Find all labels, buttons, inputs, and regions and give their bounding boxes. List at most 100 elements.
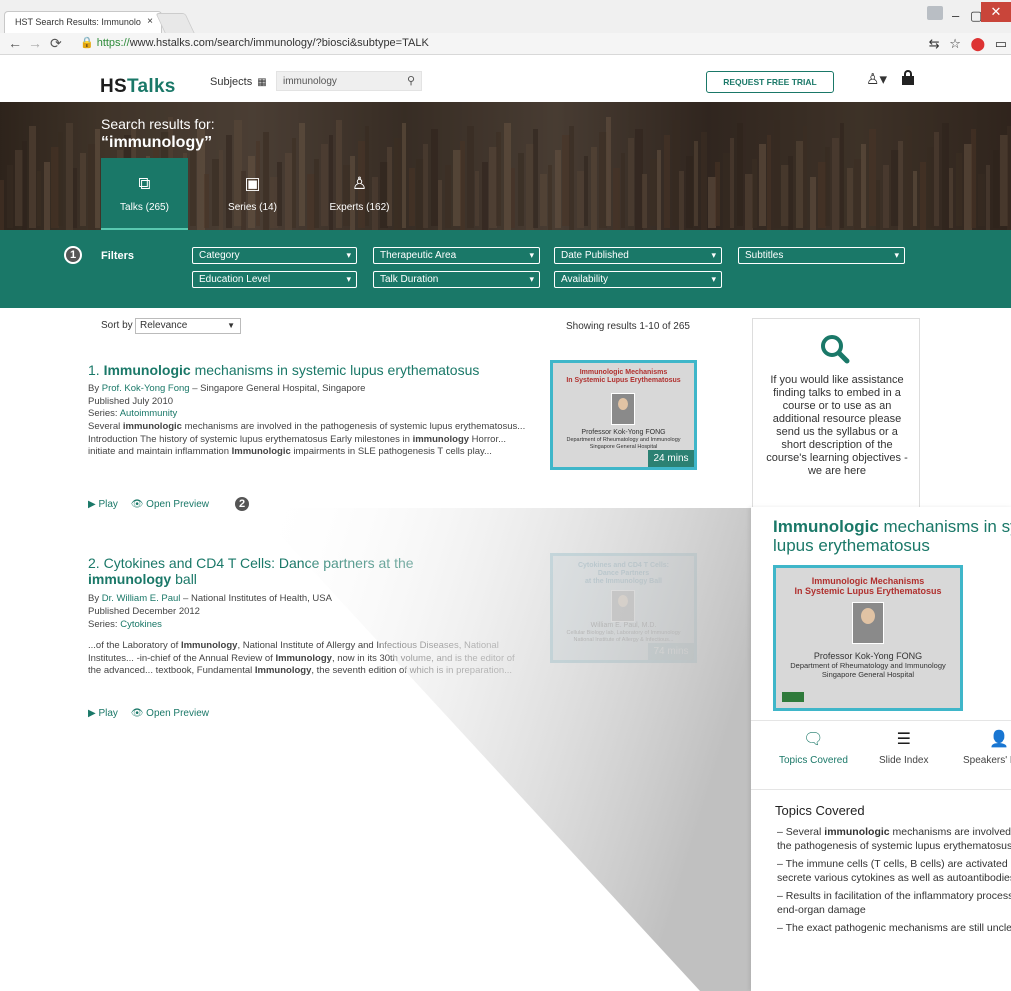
secure-lock-icon: 🔒 [80, 37, 94, 49]
list-icon: ☰ [896, 731, 911, 748]
magnifier-icon [821, 335, 850, 364]
person-icon: 👤 [989, 731, 1009, 748]
browser-tab-title: HST Search Results: Immunolo [15, 17, 141, 27]
result-series: Series: Cytokines [88, 619, 162, 630]
chevron-down-icon: ▾ [529, 274, 534, 284]
thumb-title: Immunologic Mechanisms In Systemic Lupus… [794, 576, 942, 596]
chevron-down-icon: ▾ [346, 274, 351, 284]
tab-talks[interactable]: ⧉ Talks (265) [101, 158, 188, 230]
request-free-trial-button[interactable]: REQUEST FREE TRIAL [706, 71, 834, 93]
profile-icon[interactable] [927, 6, 943, 20]
result-published: Published December 2012 [88, 606, 200, 617]
search-results-heading: Search results for: [101, 116, 215, 132]
address-bar[interactable]: 🔒 https://www.hstalks.com/search/immunolo… [80, 35, 910, 52]
filter-date-published[interactable]: Date Published ▾ [554, 247, 722, 264]
chevron-down-icon: ▾ [711, 274, 716, 284]
result-actions: ▶ Play 👁 Open Preview [88, 499, 219, 510]
minimize-icon[interactable]: – [952, 8, 959, 23]
lock-icon[interactable] [902, 70, 914, 85]
help-text: If you would like assistance finding tal… [766, 374, 908, 477]
browser-tab[interactable]: HST Search Results: Immunolo × [4, 11, 162, 33]
translate-icon[interactable]: ⇆ [929, 36, 940, 51]
chevron-down-icon: ▼ [227, 321, 235, 330]
sort-label: Sort by [101, 320, 133, 331]
filter-subtitles[interactable]: Subtitles ▾ [738, 247, 905, 264]
window-close-icon[interactable]: ✕ [981, 2, 1011, 22]
topics-heading: Topics Covered [775, 803, 865, 818]
result-thumbnail[interactable]: Cytokines and CD4 T Cells: Dance Partner… [550, 553, 697, 663]
open-preview-button[interactable]: 👁 Open Preview [131, 499, 209, 510]
result-byline: By Prof. Kok-Yong Fong – Singapore Gener… [88, 383, 366, 394]
chevron-down-icon: ▾ [711, 250, 716, 260]
adblock-icon[interactable]: ⬤ [971, 36, 986, 51]
series-link[interactable]: Cytokines [120, 619, 162, 630]
thumb-title: Immunologic Mechanisms In Systemic Lupus… [566, 369, 681, 384]
chevron-down-icon: ▾ [529, 250, 534, 260]
tab-label: Experts (162) [329, 202, 390, 213]
play-button[interactable]: ▶ Play [88, 708, 118, 719]
search-hero: Search results for: “immunology” ⧉ Talks… [0, 102, 1011, 230]
open-preview-button[interactable]: 👁 Open Preview [131, 708, 209, 719]
thumb-speaker: William E. Paul, M.D. Cellular Biology la… [566, 622, 681, 643]
result-actions: ▶ Play 👁 Open Preview [88, 708, 219, 719]
duration-badge: 24 mins [648, 450, 694, 467]
author-link[interactable]: Prof. Kok-Yong Fong [102, 383, 190, 394]
preview-thumbnail[interactable]: Immunologic Mechanisms In Systemic Lupus… [773, 565, 963, 711]
preview-panel: Immunologic mechanisms in systemic lupus… [751, 507, 1011, 991]
result-published: Published July 2010 [88, 396, 174, 407]
cast-icon[interactable]: ▭ [995, 36, 1007, 51]
preview-tab-slide-index[interactable]: ☰ Slide Index [879, 729, 928, 766]
results-count: Showing results 1-10 of 265 [566, 321, 690, 332]
filter-category[interactable]: Category ▾ [192, 247, 357, 264]
browser-tab-strip: HST Search Results: Immunolo × – ▢ ✕ [0, 0, 1011, 33]
reload-icon[interactable]: ⟳ [50, 35, 62, 52]
user-account-icon[interactable]: ♙▾ [866, 70, 887, 88]
search-icon[interactable]: ⚲ [407, 74, 415, 87]
filter-education-level[interactable]: Education Level ▾ [192, 271, 357, 288]
star-icon[interactable]: ☆ [949, 36, 961, 51]
hospital-logo [782, 692, 804, 702]
step-badge-2: 2 [233, 495, 251, 513]
search-query: “immunology” [101, 134, 213, 151]
speaker-portrait [852, 602, 884, 644]
filter-availability[interactable]: Availability ▾ [554, 271, 722, 288]
help-box: If you would like assistance finding tal… [752, 318, 920, 508]
preview-tab-speakers[interactable]: 👤 Speakers' Biography [963, 729, 1011, 766]
grid-icon: ▦ [257, 77, 267, 88]
duration-badge: 74 mins [648, 643, 694, 660]
list-item: – The immune cells (T cells, B cells) ar… [777, 858, 1011, 884]
extension-icons: ⇆ ☆ ⬤ ▭ [923, 36, 1007, 52]
filter-talk-duration[interactable]: Talk Duration ▾ [373, 271, 540, 288]
tab-label: Talks (265) [120, 202, 169, 213]
back-icon[interactable]: ← [8, 35, 22, 51]
result-byline: By Dr. William E. Paul – National Instit… [88, 593, 332, 604]
filter-therapeutic-area[interactable]: Therapeutic Area ▾ [373, 247, 540, 264]
result-title[interactable]: 1. Immunologic mechanisms in systemic lu… [88, 362, 479, 378]
filters-label: Filters [101, 250, 135, 262]
subjects-menu[interactable]: Subjects ▦ [210, 76, 267, 88]
tab-label: Series (14) [228, 202, 277, 213]
url-path: www.hstalks.com/search/immunology/?biosc… [129, 37, 429, 49]
preview-title: Immunologic mechanisms in systemic lupus… [773, 517, 1011, 555]
list-item: – Several immunologic mechanisms are inv… [777, 826, 1011, 852]
series-link[interactable]: Autoimmunity [120, 408, 178, 419]
forward-icon[interactable]: → [28, 35, 42, 51]
result-series: Series: Autoimmunity [88, 408, 178, 419]
list-item: – The exact pathogenic mechanisms are st… [777, 922, 1011, 934]
speaker-portrait [611, 393, 635, 425]
tab-experts[interactable]: ♙ Experts (162) [316, 158, 403, 230]
close-tab-icon[interactable]: × [147, 12, 153, 32]
series-icon: ▣ [244, 174, 261, 193]
hstalks-logo[interactable]: HSTalks [100, 76, 176, 98]
play-button[interactable]: ▶ Play [88, 499, 118, 510]
chevron-down-icon: ▾ [894, 250, 899, 260]
sort-select[interactable]: Relevance ▼ [135, 318, 241, 334]
result-thumbnail[interactable]: Immunologic Mechanisms In Systemic Lupus… [550, 360, 697, 470]
preview-tab-topics[interactable]: 🗨 Topics Covered [779, 729, 848, 766]
tab-series[interactable]: ▣ Series (14) [209, 158, 296, 230]
speaker-portrait [611, 590, 635, 622]
author-link[interactable]: Dr. William E. Paul [102, 593, 181, 604]
result-title[interactable]: 2. Cytokines and CD4 T Cells: Dance part… [88, 555, 414, 587]
search-input[interactable] [283, 74, 393, 88]
chat-bubbles-icon: 🗨 [803, 731, 824, 748]
